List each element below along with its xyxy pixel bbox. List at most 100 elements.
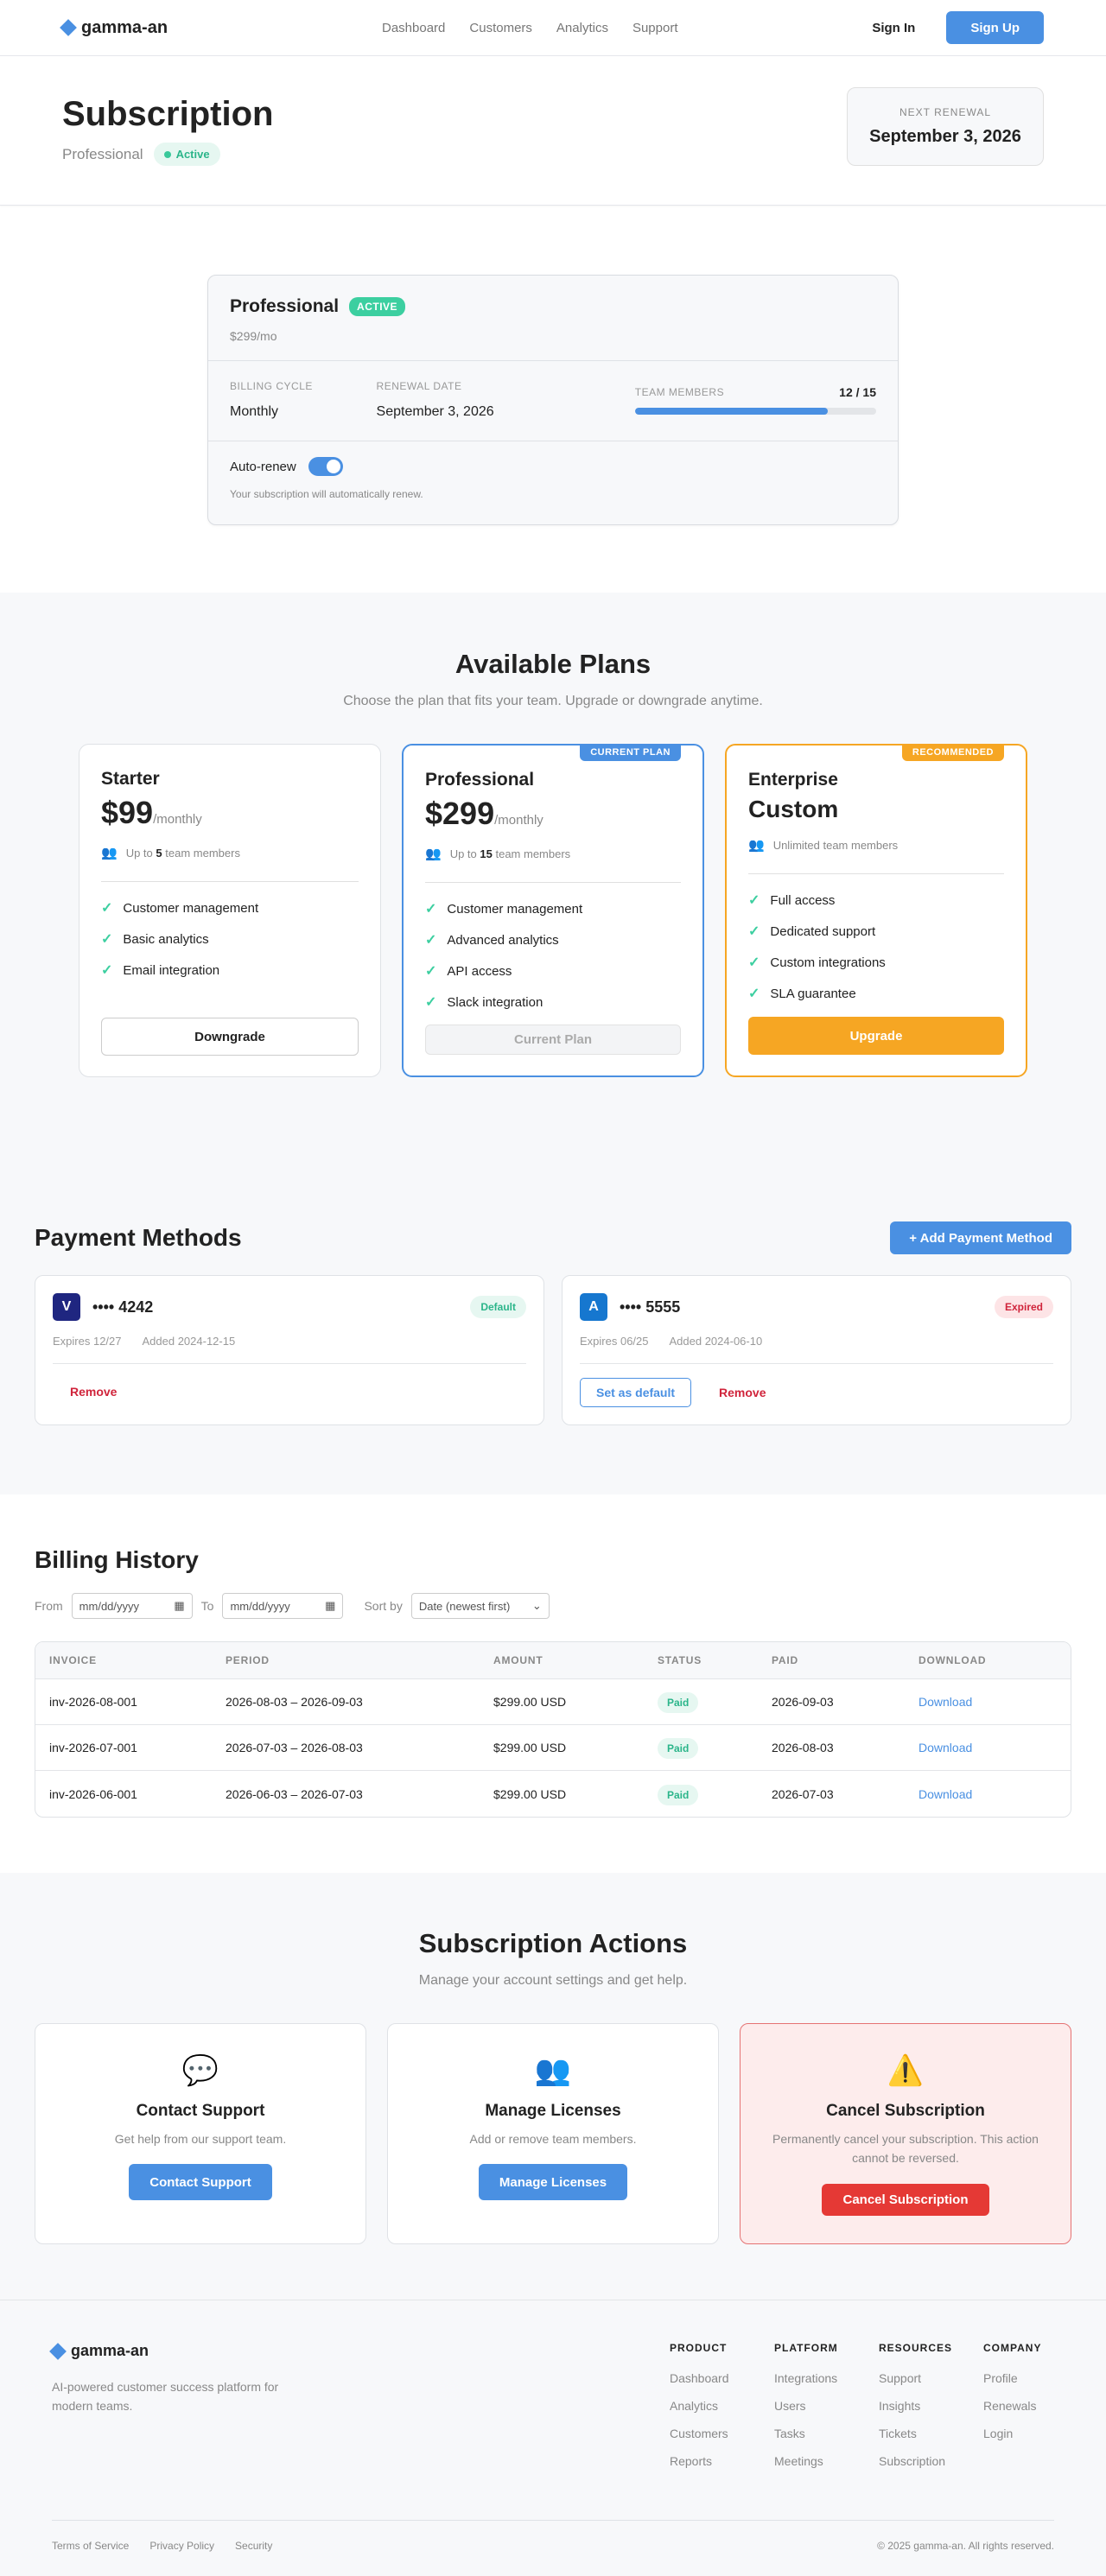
plans-title: Available Plans <box>454 649 652 679</box>
team-members: TEAM MEMBERS 12 / 15 <box>634 380 876 420</box>
invoice-amount: $299.00 USD <box>493 1741 567 1754</box>
footer-link[interactable]: Integrations <box>774 2371 879 2385</box>
plan-feature: ✓ Customer management <box>425 900 681 917</box>
footer-link[interactable]: Subscription <box>879 2454 983 2468</box>
plan-card-enterprise: RECOMMENDED Enterprise Custom 👥 Unlimite… <box>725 744 1027 1077</box>
plan-price-period: /monthly <box>494 813 543 828</box>
payment-header: Payment Methods + Add Payment Method <box>35 1221 1071 1254</box>
renewal-date-label: RENEWAL DATE <box>376 380 462 392</box>
invoice-download: Download <box>918 1695 1071 1709</box>
to-date-input[interactable]: mm/dd/yyyy ▦ <box>222 1593 344 1619</box>
footer-logo[interactable]: gamma-an <box>49 2342 294 2360</box>
nav-link-analytics[interactable]: Analytics <box>556 21 608 35</box>
footer-link[interactable]: Profile <box>983 2371 1054 2385</box>
plan-status-line: Professional Active <box>62 143 273 166</box>
plan-feature: ✓ Customer management <box>101 899 359 917</box>
default-badge: Default <box>470 1296 526 1318</box>
page-header-left: Subscription Professional Active <box>62 95 273 166</box>
nav-link-customers[interactable]: Customers <box>469 21 532 35</box>
top-nav: gamma-an Dashboard Customers Analytics S… <box>0 0 1106 56</box>
footer-link[interactable]: Analytics <box>670 2399 774 2413</box>
sort-label: Sort by <box>364 1599 403 1613</box>
summary-section: Professional ACTIVE $299/mo BILLING CYCL… <box>0 206 1106 593</box>
plan-feature-label: SLA guarantee <box>770 986 856 1001</box>
invoice-status: Paid <box>658 1738 772 1759</box>
billing-cycle-value: Monthly <box>230 404 279 419</box>
signup-button[interactable]: Sign Up <box>946 11 1044 44</box>
footer-link[interactable]: Login <box>983 2427 1054 2440</box>
brand-logo[interactable]: gamma-an <box>60 18 168 38</box>
footer-link[interactable]: Users <box>774 2399 879 2413</box>
upgrade-button[interactable]: Upgrade <box>748 1017 1004 1055</box>
invoice-id: inv-2026-06-001 <box>49 1786 137 1801</box>
team-members-count: 12 / 15 <box>839 385 876 399</box>
column-header: PAID <box>772 1654 798 1666</box>
remove-card-button[interactable]: Remove <box>53 1378 134 1405</box>
plan-members: 👥 Up to 15 team members <box>425 846 681 883</box>
footer-link[interactable]: Dashboard <box>670 2371 774 2385</box>
plans-subtitle: Choose the plan that fits your team. Upg… <box>343 694 763 708</box>
card-meta: Expires 12/27 Added 2024-12-15 <box>53 1335 526 1364</box>
nav-link-support[interactable]: Support <box>632 21 678 35</box>
billing-history-section: Billing History From mm/dd/yyyy ▦ To mm/… <box>0 1494 1106 1873</box>
members-post: team members <box>165 846 240 860</box>
status-badge: Active <box>153 143 220 166</box>
footer-link[interactable]: Insights <box>879 2399 983 2413</box>
action-title: Manage Licenses <box>485 2102 621 2120</box>
invoice-paid-date: 2026-09-03 <box>772 1695 834 1709</box>
expired-badge: Expired <box>994 1296 1053 1318</box>
footer-column-title: RESOURCES <box>879 2342 953 2354</box>
footer-link[interactable]: Customers <box>670 2427 774 2440</box>
table-row: inv-2026-07-001 2026-07-03 – 2026-08-03 … <box>35 1725 1071 1771</box>
downgrade-button[interactable]: Downgrade <box>101 1018 359 1056</box>
nav-link-dashboard[interactable]: Dashboard <box>382 21 445 35</box>
sort-select[interactable]: Date (newest first) ⌄ <box>410 1593 550 1619</box>
table-row: inv-2026-08-001 2026-08-03 – 2026-09-03 … <box>35 1679 1071 1725</box>
plan-members-text: Up to 15 team members <box>450 847 571 860</box>
footer-link[interactable]: Meetings <box>774 2454 879 2468</box>
check-icon: ✓ <box>425 964 437 979</box>
contact-support-button[interactable]: Contact Support <box>129 2164 272 2201</box>
members-pre: Up to <box>125 846 153 860</box>
signin-button[interactable]: Sign In <box>855 12 932 44</box>
remove-card-button[interactable]: Remove <box>702 1378 783 1407</box>
manage-licenses-button[interactable]: Manage Licenses <box>478 2164 628 2201</box>
auto-renew-row: Auto-renew <box>230 457 876 476</box>
add-payment-method-button[interactable]: + Add Payment Method <box>890 1221 1071 1254</box>
download-link[interactable]: Download <box>918 1741 972 1754</box>
security-link[interactable]: Security <box>235 2540 272 2552</box>
action-title: Contact Support <box>136 2102 265 2120</box>
footer-brand: gamma-an AI-powered customer success pla… <box>49 2342 294 2482</box>
from-date-placeholder: mm/dd/yyyy <box>79 1599 140 1613</box>
plan-feature-label: Email integration <box>123 962 220 978</box>
manage-licenses-card: 👥 Manage Licenses Add or remove team mem… <box>387 2023 719 2244</box>
terms-link[interactable]: Terms of Service <box>52 2540 129 2552</box>
card-expiry: Expires 06/25 <box>580 1335 649 1348</box>
renewal-date: RENEWAL DATE September 3, 2026 <box>377 380 635 420</box>
footer-tagline: AI-powered customer success platform for… <box>52 2380 279 2414</box>
cancel-subscription-card: ⚠️ Cancel Subscription Permanently cance… <box>740 2023 1071 2244</box>
plan-card-professional: CURRENT PLAN Professional $299/monthly 👥… <box>402 744 704 1077</box>
contact-support-card: 💬 Contact Support Get help from our supp… <box>35 2023 366 2244</box>
current-plan-name: Professional <box>62 145 143 162</box>
plan-cards: Starter $99/monthly 👥 Up to 5 team membe… <box>0 744 1106 1077</box>
download-link[interactable]: Download <box>918 1695 972 1709</box>
privacy-link[interactable]: Privacy Policy <box>149 2540 214 2552</box>
plan-feature: ✓ Custom integrations <box>748 954 1004 971</box>
cancel-subscription-button[interactable]: Cancel Subscription <box>822 2183 989 2216</box>
footer-link[interactable]: Tasks <box>774 2427 879 2440</box>
plan-members: 👥 Unlimited team members <box>748 837 1004 874</box>
footer-link[interactable]: Reports <box>670 2454 774 2468</box>
footer-link[interactable]: Support <box>879 2371 983 2385</box>
table-row: inv-2026-06-001 2026-06-03 – 2026-07-03 … <box>35 1771 1071 1817</box>
card-actions: Set as default Remove <box>580 1378 1053 1407</box>
auto-renew-toggle[interactable] <box>308 457 343 476</box>
plan-feature-label: Customer management <box>447 901 583 917</box>
footer-link[interactable]: Renewals <box>983 2399 1054 2413</box>
invoice-download: Download <box>918 1741 1071 1754</box>
from-date-input[interactable]: mm/dd/yyyy ▦ <box>71 1593 193 1619</box>
set-default-button[interactable]: Set as default <box>580 1378 692 1407</box>
download-link[interactable]: Download <box>918 1787 972 1801</box>
paid-badge: Paid <box>658 1738 699 1759</box>
footer-link[interactable]: Tickets <box>879 2427 983 2440</box>
